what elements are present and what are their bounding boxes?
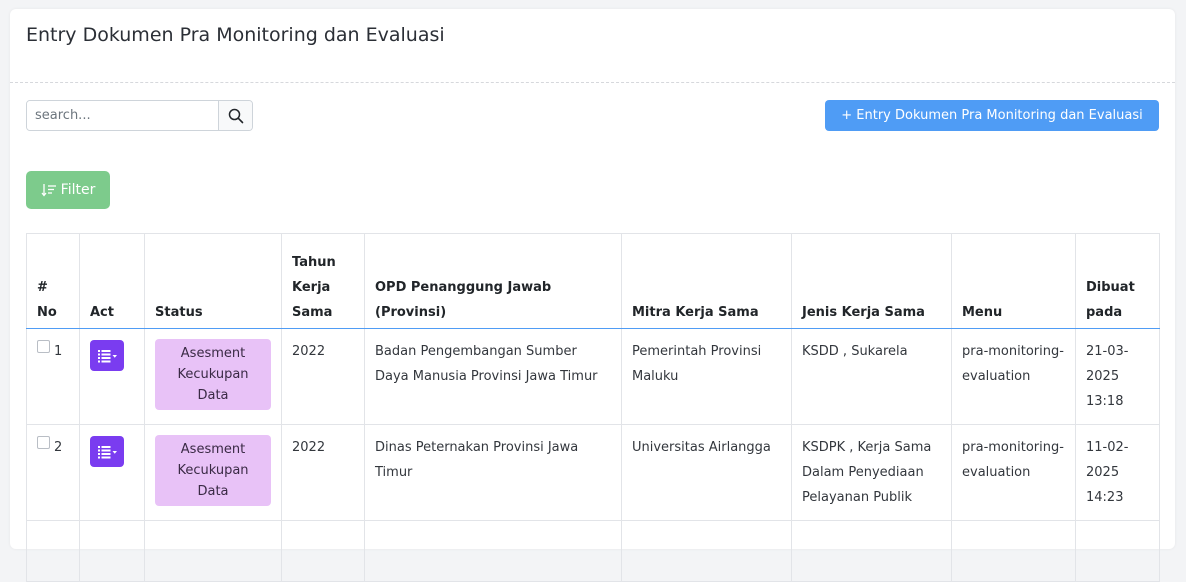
row-tahun: 2022 (281, 424, 365, 521)
row-jenis (791, 520, 952, 582)
main-card: Entry Dokumen Pra Monitoring dan Evaluas… (10, 9, 1175, 582)
table-header-row: # No Act Status Tahun Kerja Sama OPD Pen… (26, 233, 1160, 329)
col-header-mitra[interactable]: Mitra Kerja Sama (621, 233, 792, 329)
data-table: # No Act Status Tahun Kerja Sama OPD Pen… (26, 233, 1160, 582)
sort-icon (41, 184, 56, 197)
row-number-cell (26, 520, 80, 582)
row-opd: Dinas Peternakan Provinsi Jawa Timur (364, 424, 622, 521)
row-action-cell (79, 328, 145, 425)
row-checkbox[interactable] (37, 436, 50, 449)
row-number: 2 (54, 440, 63, 455)
row-opd (364, 520, 622, 582)
row-dibuat (1075, 520, 1160, 582)
row-number-cell: 2 (26, 424, 80, 521)
row-jenis: KSDPK , Kerja Sama Dalam Penyediaan Pela… (791, 424, 952, 521)
filter-button[interactable]: Filter (26, 171, 110, 209)
search-input[interactable] (27, 101, 218, 130)
filter-label: Filter (60, 182, 96, 198)
table-row: 1 Asesment Kecukupan Data 2022 Badan Pen… (26, 328, 1160, 425)
status-badge: Asesment Kecukupan Data (155, 339, 271, 410)
row-menu (951, 520, 1076, 582)
list-dropdown-icon (98, 349, 117, 362)
row-mitra: Pemerintah Provinsi Maluku (621, 328, 792, 425)
col-header-dibuat[interactable]: Dibuat pada (1075, 233, 1160, 329)
row-mitra (621, 520, 792, 582)
table-row (26, 520, 1160, 582)
row-menu: pra-monitoring-evaluation (951, 424, 1076, 521)
page-title: Entry Dokumen Pra Monitoring dan Evaluas… (26, 24, 445, 46)
search-button[interactable] (218, 101, 252, 130)
row-number: 1 (54, 344, 63, 359)
table-row: 2 Asesment Kecukupan Data 2022 Dinas Pet… (26, 424, 1160, 521)
row-mitra: Universitas Airlangga (621, 424, 792, 521)
col-header-jenis[interactable]: Jenis Kerja Sama (791, 233, 952, 329)
row-action-button[interactable] (90, 340, 124, 371)
col-header-no[interactable]: # No (26, 233, 80, 329)
row-action-cell (79, 520, 145, 582)
search-group (26, 100, 253, 131)
col-header-opd[interactable]: OPD Penanggung Jawab (Provinsi) (364, 233, 622, 329)
row-tahun (281, 520, 365, 582)
add-entry-button[interactable]: + Entry Dokumen Pra Monitoring dan Evalu… (825, 100, 1159, 131)
row-number-cell: 1 (26, 328, 80, 425)
search-icon (228, 108, 243, 123)
status-badge: Asesment Kecukupan Data (155, 435, 271, 506)
row-action-cell (79, 424, 145, 521)
list-dropdown-icon (98, 445, 117, 458)
row-status-cell: Asesment Kecukupan Data (144, 424, 282, 521)
row-status-cell (144, 520, 282, 582)
row-dibuat: 21-03-2025 13:18 (1075, 328, 1160, 425)
row-tahun: 2022 (281, 328, 365, 425)
row-checkbox[interactable] (37, 340, 50, 353)
col-header-status[interactable]: Status (144, 233, 282, 329)
data-table-wrapper: # No Act Status Tahun Kerja Sama OPD Pen… (26, 233, 1160, 582)
row-opd: Badan Pengembangan Sumber Daya Manusia P… (364, 328, 622, 425)
col-header-menu[interactable]: Menu (951, 233, 1076, 329)
row-jenis: KSDD , Sukarela (791, 328, 952, 425)
col-header-tahun[interactable]: Tahun Kerja Sama (281, 233, 365, 329)
row-menu: pra-monitoring-evaluation (951, 328, 1076, 425)
col-header-act: Act (79, 233, 145, 329)
row-action-button[interactable] (90, 436, 124, 467)
row-dibuat: 11-02-2025 14:23 (1075, 424, 1160, 521)
row-status-cell: Asesment Kecukupan Data (144, 328, 282, 425)
card-header: Entry Dokumen Pra Monitoring dan Evaluas… (10, 9, 1175, 83)
